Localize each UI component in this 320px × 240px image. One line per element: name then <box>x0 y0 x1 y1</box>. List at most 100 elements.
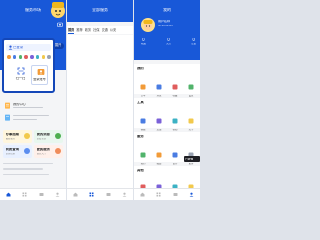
help-icon <box>172 118 178 124</box>
home-tab-icon[interactable] <box>73 192 78 197</box>
category-tab[interactable]: 公安 <box>110 26 116 34</box>
tooltip-label: 已收藏 <box>185 157 194 161</box>
section-mine: 我的 订单 消息 收藏 设置 <box>134 64 200 97</box>
service-card-grid: 办事指南 最新服务 我的消息 查看全部 资质查询 查询记录 便民服务 服务大厅 <box>3 130 63 160</box>
screen-profile: 我的 用户名称 ID:1234567 0 收藏 0 关注 0 足迹 我的 订单 … <box>134 0 200 200</box>
order-icon <box>140 84 146 90</box>
page-title: 我的 <box>163 8 171 12</box>
app-teal-icon[interactable] <box>35 55 40 59</box>
stat-item[interactable]: 0 关注 <box>166 38 171 45</box>
menu-item[interactable]: 客服 <box>137 109 149 131</box>
menu-item[interactable]: 证件 <box>169 143 181 165</box>
doc-icon <box>5 102 10 109</box>
card-orb-icon <box>55 148 61 154</box>
login-popup: 已登录 扫一扫 登录账号 <box>2 38 55 93</box>
id-card-icon <box>172 152 178 158</box>
camera-icon[interactable] <box>57 22 63 27</box>
stat-label: 收藏 <box>141 43 146 45</box>
app-orange-icon[interactable] <box>7 55 11 59</box>
mascot-avatar-icon <box>51 2 65 18</box>
section-title: 我的 <box>137 67 144 70</box>
home-tab-icon[interactable] <box>6 192 11 197</box>
page-title: 全部服务 <box>92 8 108 12</box>
category-tab[interactable]: 社保 <box>93 26 99 34</box>
grid-tab-icon[interactable] <box>156 192 161 197</box>
app-red-icon[interactable] <box>24 55 28 59</box>
about-icon <box>188 118 194 124</box>
info-line <box>13 115 49 117</box>
message-tab-icon[interactable] <box>39 192 44 197</box>
category-tab[interactable]: 政务 <box>85 26 91 34</box>
stat-item[interactable]: 0 足迹 <box>191 38 196 45</box>
menu-item[interactable]: 订单 <box>137 75 149 97</box>
section-title: 工具 <box>137 101 144 104</box>
app-grey-icon[interactable] <box>47 55 51 59</box>
bottom-tab-bar <box>67 188 133 200</box>
settings-icon <box>188 84 194 90</box>
card-sub: 最新服务 <box>5 138 16 140</box>
info-line <box>13 107 43 109</box>
screen-service-market: 服务市场 已登录 展开 已登录 <box>0 0 66 200</box>
profile-tab-icon[interactable] <box>189 192 194 197</box>
menu-item[interactable]: 设置 <box>185 75 197 97</box>
card-sub: 查询记录 <box>5 153 16 155</box>
menu-item[interactable]: 更多 <box>185 143 197 165</box>
service-card[interactable]: 办事指南 最新服务 <box>3 130 32 143</box>
bottom-tab-bar <box>134 188 200 200</box>
placeholder-lines <box>3 163 63 179</box>
popup-login-row[interactable]: 已登录 <box>6 44 51 51</box>
app-yellow-icon[interactable] <box>41 55 46 59</box>
stat-label: 关注 <box>166 43 171 45</box>
payment-icon <box>156 152 162 158</box>
stat-item[interactable]: 0 收藏 <box>141 38 146 45</box>
grid-tab-icon[interactable] <box>89 192 94 197</box>
section-tools: 工具 客服 反馈 帮助 关于 <box>134 98 200 131</box>
category-tab[interactable]: 首页 <box>68 26 75 34</box>
app-blue-icon[interactable] <box>12 55 17 59</box>
menu-item[interactable]: 缴费 <box>153 143 165 165</box>
card-sub: 查看全部 <box>36 138 47 140</box>
service-card[interactable]: 我的消息 查看全部 <box>34 130 63 143</box>
menu-item[interactable]: 收藏 <box>169 75 181 97</box>
profile-tab-icon[interactable] <box>55 192 60 197</box>
category-tab[interactable]: 推荐 <box>76 26 82 34</box>
menu-item[interactable]: 关于 <box>185 109 197 131</box>
scan-icon <box>17 67 24 75</box>
menu-item[interactable]: 消息 <box>153 75 165 97</box>
message-tab-icon[interactable] <box>106 192 111 197</box>
username: 用户名称 <box>158 20 171 23</box>
login-account-button[interactable]: 登录账号 <box>31 65 48 85</box>
user-id: ID:1234567 <box>158 25 174 27</box>
category-tab[interactable]: 交通 <box>102 26 108 34</box>
user-icon <box>8 45 12 50</box>
stat-label: 足迹 <box>191 43 196 45</box>
service-card[interactable]: 资质查询 查询记录 <box>3 145 32 158</box>
menu-item[interactable]: 反馈 <box>153 109 165 131</box>
category-tabs: 首页 推荐 政务 社保 交通 公安 <box>67 26 133 34</box>
header-banner: 我的 用户名称 ID:1234567 0 收藏 0 关注 0 足迹 <box>134 0 200 60</box>
section-title: 服务 <box>137 135 144 138</box>
avatar[interactable] <box>141 18 155 32</box>
scan-button[interactable]: 扫一扫 <box>12 65 29 85</box>
app-green-icon[interactable] <box>18 55 23 59</box>
info-panel: 我的中心 <box>3 100 63 124</box>
grid-tab-icon[interactable] <box>22 192 27 197</box>
account-icon <box>37 69 44 75</box>
service-card[interactable]: 便民服务 服务大厅 <box>34 145 63 158</box>
app-purple-icon[interactable] <box>30 55 34 59</box>
menu-item[interactable]: 预约 <box>137 143 149 165</box>
scan-label: 扫一扫 <box>15 77 26 80</box>
card-label: 我的消息 <box>36 133 51 136</box>
info-line <box>13 119 37 121</box>
feedback-icon <box>156 118 162 124</box>
login-account-label: 登录账号 <box>33 78 46 81</box>
profile-tab-icon[interactable] <box>122 192 127 197</box>
menu-item[interactable]: 帮助 <box>169 109 181 131</box>
icon-row: 预约 缴费 证件 更多 <box>137 143 197 165</box>
icon-row: 订单 消息 收藏 设置 <box>137 75 197 97</box>
popup-login-label: 已登录 <box>13 45 24 49</box>
bottom-tab-bar <box>0 188 66 200</box>
booking-icon <box>140 152 146 158</box>
message-tab-icon[interactable] <box>173 192 178 197</box>
home-tab-icon[interactable] <box>140 192 145 197</box>
